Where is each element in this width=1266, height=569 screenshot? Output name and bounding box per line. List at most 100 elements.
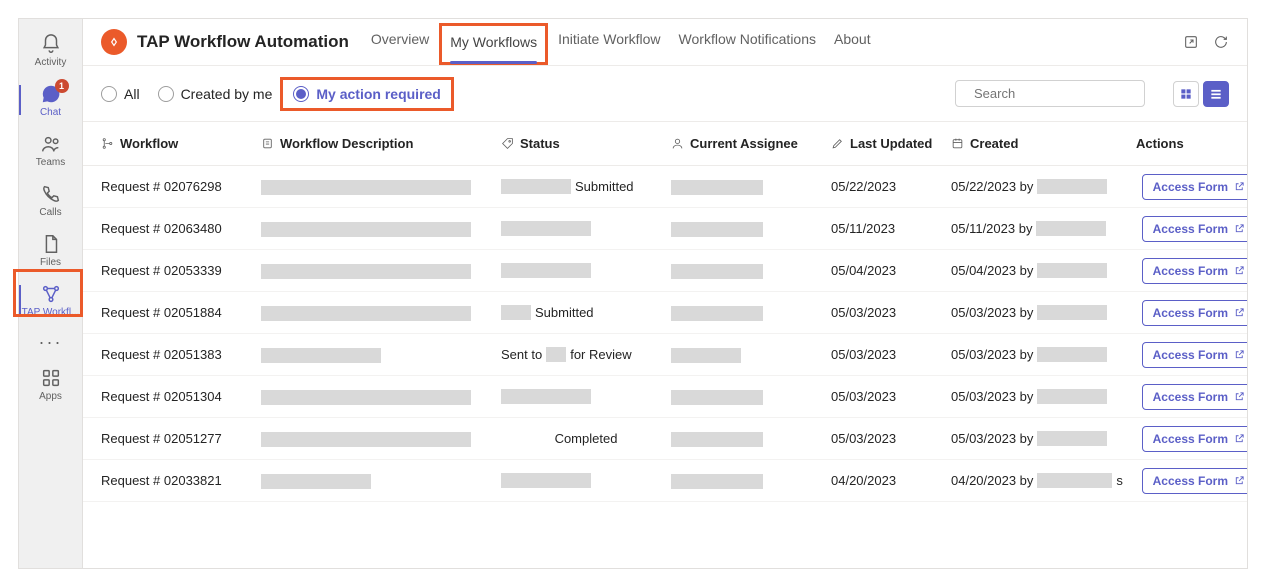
main-panel: TAP Workflow Automation Overview My Workf… xyxy=(83,19,1247,568)
cell-description xyxy=(261,304,501,320)
rail-activity[interactable]: Activity xyxy=(19,25,83,75)
th-created: Created xyxy=(970,136,1018,151)
app-rail: Activity 1 Chat Teams Calls Files TAP Wo… xyxy=(19,19,83,568)
view-list-button[interactable] xyxy=(1203,81,1229,107)
cell-created: 05/22/2023 by xyxy=(951,179,1136,194)
filter-created-by-me[interactable]: Created by me xyxy=(158,86,273,102)
view-grid-button[interactable] xyxy=(1173,81,1199,107)
rail-calls-label: Calls xyxy=(21,207,81,218)
cell-actions: Access Form xyxy=(1136,468,1247,494)
cell-actions: Access Form xyxy=(1136,216,1247,242)
rail-chat[interactable]: 1 Chat xyxy=(19,75,83,125)
rail-tap-label: TAP Workfl... xyxy=(21,307,81,318)
th-updated: Last Updated xyxy=(850,136,932,151)
refresh-icon[interactable] xyxy=(1213,34,1229,50)
external-icon xyxy=(1234,265,1245,276)
cell-updated: 05/03/2023 xyxy=(831,431,951,446)
access-form-button[interactable]: Access Form xyxy=(1142,174,1247,200)
tab-my-workflows[interactable]: My Workflows xyxy=(450,30,537,54)
external-icon xyxy=(1234,349,1245,360)
tag-icon xyxy=(501,137,514,150)
cell-workflow: Request # 02053339 xyxy=(101,263,261,278)
cell-actions: Access Form xyxy=(1136,258,1247,284)
rail-chat-label: Chat xyxy=(21,107,81,118)
cell-assignee xyxy=(671,346,831,362)
cell-workflow: Request # 02051277 xyxy=(101,431,261,446)
cell-status: Submitted xyxy=(501,179,671,194)
cell-updated: 05/04/2023 xyxy=(831,263,951,278)
cell-created: 05/03/2023 by xyxy=(951,347,1136,362)
cell-assignee xyxy=(671,262,831,278)
cell-updated: 05/03/2023 xyxy=(831,347,951,362)
cell-status: Submitted xyxy=(501,305,671,320)
cell-description xyxy=(261,472,501,488)
cell-workflow: Request # 02051304 xyxy=(101,389,261,404)
cell-description xyxy=(261,430,501,446)
cell-status xyxy=(501,389,671,404)
cell-assignee xyxy=(671,388,831,404)
cell-workflow: Request # 02051884 xyxy=(101,305,261,320)
cell-created: 05/03/2023 by xyxy=(951,389,1136,404)
cell-actions: Access Form xyxy=(1136,426,1247,452)
table-header: Workflow Workflow Description Status Cur… xyxy=(83,122,1247,166)
rail-more[interactable]: ··· xyxy=(39,325,63,359)
table-row: Request # 02033821 04/20/202304/20/2023 b… xyxy=(83,460,1247,502)
access-form-button[interactable]: Access Form xyxy=(1142,258,1247,284)
cell-created: 04/20/2023 by s xyxy=(951,473,1136,488)
radio-icon xyxy=(293,86,309,102)
th-actions: Actions xyxy=(1136,136,1184,151)
tab-workflow-notifications[interactable]: Workflow Notifications xyxy=(679,27,816,57)
cell-description xyxy=(261,346,501,362)
table-row: Request # 02051884 Submitted05/03/202305… xyxy=(83,292,1247,334)
external-icon xyxy=(1234,391,1245,402)
rail-chat-badge: 1 xyxy=(55,79,69,93)
workflow-table: Workflow Workflow Description Status Cur… xyxy=(83,122,1247,568)
access-form-button[interactable]: Access Form xyxy=(1142,468,1247,494)
popout-icon[interactable] xyxy=(1183,34,1199,50)
cell-assignee xyxy=(671,178,831,194)
access-form-button[interactable]: Access Form xyxy=(1142,342,1247,368)
cell-description xyxy=(261,178,501,194)
rail-teams[interactable]: Teams xyxy=(19,125,83,175)
filter-all[interactable]: All xyxy=(101,86,140,102)
rail-teams-label: Teams xyxy=(21,157,81,168)
tab-about[interactable]: About xyxy=(834,27,871,57)
cell-created: 05/11/2023 by xyxy=(951,221,1136,236)
file-icon xyxy=(40,233,62,255)
search-box[interactable] xyxy=(955,80,1145,107)
rail-files[interactable]: Files xyxy=(19,225,83,275)
th-description: Workflow Description xyxy=(280,136,413,151)
access-form-button[interactable]: Access Form xyxy=(1142,426,1247,452)
user-icon xyxy=(671,137,684,150)
bell-icon xyxy=(40,33,62,55)
cell-workflow: Request # 02076298 xyxy=(101,179,261,194)
access-form-button[interactable]: Access Form xyxy=(1142,384,1247,410)
access-form-button[interactable]: Access Form xyxy=(1142,300,1247,326)
cell-updated: 04/20/2023 xyxy=(831,473,951,488)
external-icon xyxy=(1234,475,1245,486)
rail-files-label: Files xyxy=(21,257,81,268)
rail-apps[interactable]: Apps xyxy=(19,359,83,409)
cell-updated: 05/22/2023 xyxy=(831,179,951,194)
cell-description xyxy=(261,388,501,404)
cell-updated: 05/03/2023 xyxy=(831,305,951,320)
cell-description xyxy=(261,262,501,278)
cell-created: 05/04/2023 by xyxy=(951,263,1136,278)
cell-assignee xyxy=(671,472,831,488)
cell-description xyxy=(261,220,501,236)
external-icon xyxy=(1234,433,1245,444)
tabs: Overview My Workflows Initiate Workflow Wor… xyxy=(371,27,871,57)
tab-initiate-workflow[interactable]: Initiate Workflow xyxy=(558,27,660,57)
rail-tap-workflow[interactable]: TAP Workfl... xyxy=(19,275,83,325)
th-status: Status xyxy=(520,136,560,151)
tab-overview[interactable]: Overview xyxy=(371,27,429,57)
rail-calls[interactable]: Calls xyxy=(19,175,83,225)
access-form-button[interactable]: Access Form xyxy=(1142,216,1247,242)
brand: TAP Workflow Automation xyxy=(101,29,349,55)
table-row: Request # 02076298 Submitted 05/22/202305… xyxy=(83,166,1247,208)
brand-logo-icon xyxy=(101,29,127,55)
cell-workflow: Request # 02033821 xyxy=(101,473,261,488)
filter-my-action-required[interactable]: My action required xyxy=(293,86,440,102)
pencil-icon xyxy=(831,137,844,150)
search-input[interactable] xyxy=(974,86,1150,101)
